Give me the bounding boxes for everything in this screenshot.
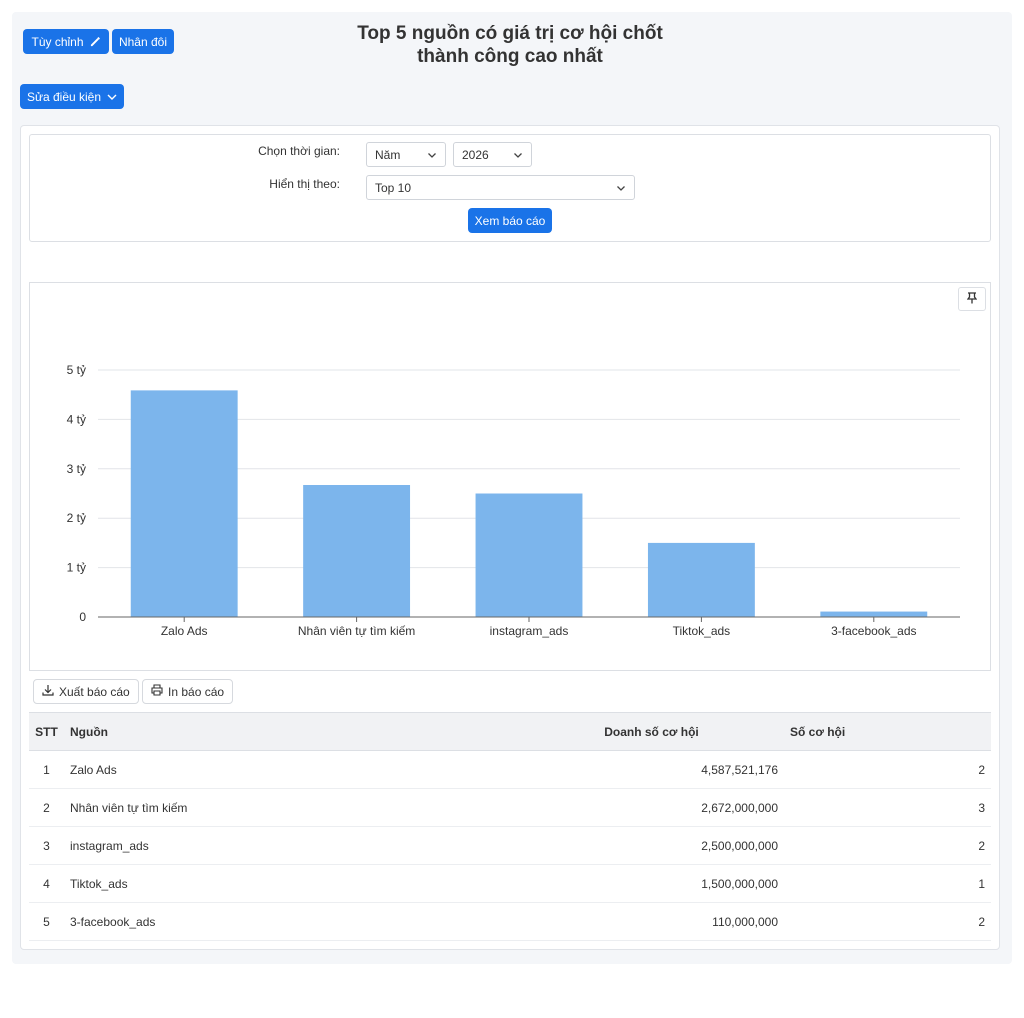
x-tick-label: 3-facebook_ads	[831, 624, 916, 638]
x-tick-label: Tiktok_ads	[673, 624, 731, 638]
display-filter-label: Hiển thị theo:	[269, 177, 340, 191]
chart-panel: 0 1 tỷ 2 tỷ 3 tỷ 4 tỷ 5 tỷ Zalo Ads Nhân viên t…	[29, 282, 991, 671]
customize-button[interactable]: Tùy chỉnh	[23, 29, 109, 54]
y-tick-label: 2 tỷ	[67, 511, 86, 525]
download-icon	[42, 684, 54, 699]
x-tick-label: Nhân viên tự tìm kiếm	[298, 624, 415, 638]
cell-stt: 3	[43, 838, 50, 853]
page-title: Top 5 nguồn có giá trị cơ hội chốt thành…	[330, 22, 690, 68]
cell-stt: 5	[43, 914, 50, 929]
cell-revenue: 2,500,000,000	[701, 838, 778, 853]
y-tick-label: 5 tỷ	[67, 363, 86, 377]
table-row: 2 Nhân viên tự tìm kiếm 2,672,000,000 3	[29, 789, 991, 827]
bar	[303, 485, 411, 617]
x-tick-label: instagram_ads	[490, 624, 569, 638]
y-tick-label: 1 tỷ	[67, 561, 86, 575]
duplicate-label: Nhân đôi	[118, 34, 168, 49]
y-tick-label: 4 tỷ	[67, 412, 86, 426]
table-row: 1 Zalo Ads 4,587,521,176 2	[29, 751, 991, 789]
cell-stt: 1	[43, 762, 50, 777]
cell-source: instagram_ads	[70, 838, 149, 853]
y-tick-label: 3 tỷ	[67, 462, 86, 476]
page-title-line-2: thành công cao nhất	[417, 46, 603, 67]
bar	[475, 493, 583, 617]
duplicate-button[interactable]: Nhân đôi	[112, 29, 174, 54]
chevron-down-icon	[616, 183, 626, 193]
cell-revenue: 1,500,000,000	[701, 876, 778, 891]
cell-revenue: 2,672,000,000	[701, 800, 778, 815]
customize-label: Tùy chỉnh	[31, 34, 84, 49]
printer-icon	[151, 684, 163, 699]
y-tick-label: 0	[79, 610, 86, 624]
table-row: 5 3-facebook_ads 110,000,000 2	[29, 903, 991, 941]
bar-chart: 0 1 tỷ 2 tỷ 3 tỷ 4 tỷ 5 tỷ Zalo Ads Nhân viên t…	[67, 363, 960, 638]
cell-source: Zalo Ads	[70, 762, 117, 777]
cell-count: 1	[978, 876, 985, 891]
header-stt: STT	[29, 712, 64, 751]
display-select[interactable]: Top 10	[366, 175, 635, 200]
year-select-value: 2026	[462, 147, 489, 162]
cell-source: Nhân viên tự tìm kiếm	[70, 800, 188, 815]
display-select-value: Top 10	[375, 180, 412, 195]
cell-count: 2	[978, 838, 985, 853]
bar	[130, 390, 238, 617]
cell-source: Tiktok_ads	[70, 876, 128, 891]
cell-stt: 4	[43, 876, 50, 891]
bar	[647, 542, 755, 617]
cell-count: 3	[978, 800, 985, 815]
table-row: 3 instagram_ads 2,500,000,000 2	[29, 827, 991, 865]
cell-revenue: 4,587,521,176	[701, 762, 778, 777]
cell-stt: 2	[43, 800, 50, 815]
edit-conditions-button[interactable]: Sửa điều kiện	[20, 84, 124, 109]
time-filter-label: Chọn thời gian:	[258, 144, 340, 158]
chevron-down-icon	[427, 150, 437, 160]
chevron-down-icon	[513, 150, 523, 160]
chevron-down-icon	[107, 92, 117, 102]
header-revenue: Doanh số cơ hội	[519, 712, 784, 751]
year-select[interactable]: 2026	[453, 142, 532, 167]
period-select-value: Năm	[375, 147, 401, 162]
page-title-line-1: Top 5 nguồn có giá trị cơ hội chốt	[357, 23, 663, 44]
print-report-label: In báo cáo	[168, 684, 225, 699]
table-row: 4 Tiktok_ads 1,500,000,000 1	[29, 865, 991, 903]
export-report-label: Xuất báo cáo	[59, 684, 130, 699]
cell-count: 2	[978, 914, 985, 929]
x-tick-label: Zalo Ads	[161, 624, 208, 638]
pin-button[interactable]	[958, 287, 986, 311]
table-header-row: STT Nguồn Doanh số cơ hội Số cơ hội	[29, 712, 991, 751]
edit-conditions-label: Sửa điều kiện	[26, 89, 102, 104]
period-select[interactable]: Năm	[366, 142, 446, 167]
view-report-button[interactable]: Xem báo cáo	[468, 208, 552, 233]
cell-source: 3-facebook_ads	[70, 914, 156, 929]
cell-count: 2	[978, 762, 985, 777]
header-count: Số cơ hội	[784, 712, 991, 751]
bar	[820, 611, 928, 617]
export-report-button[interactable]: Xuất báo cáo	[33, 679, 139, 704]
view-report-label: Xem báo cáo	[474, 213, 546, 228]
report-table: STT Nguồn Doanh số cơ hội Số cơ hội 1 Za…	[29, 712, 991, 941]
pin-icon	[966, 291, 978, 307]
pencil-icon	[90, 36, 101, 47]
cell-revenue: 110,000,000	[712, 914, 778, 929]
print-report-button[interactable]: In báo cáo	[142, 679, 234, 704]
header-source: Nguồn	[64, 712, 519, 751]
